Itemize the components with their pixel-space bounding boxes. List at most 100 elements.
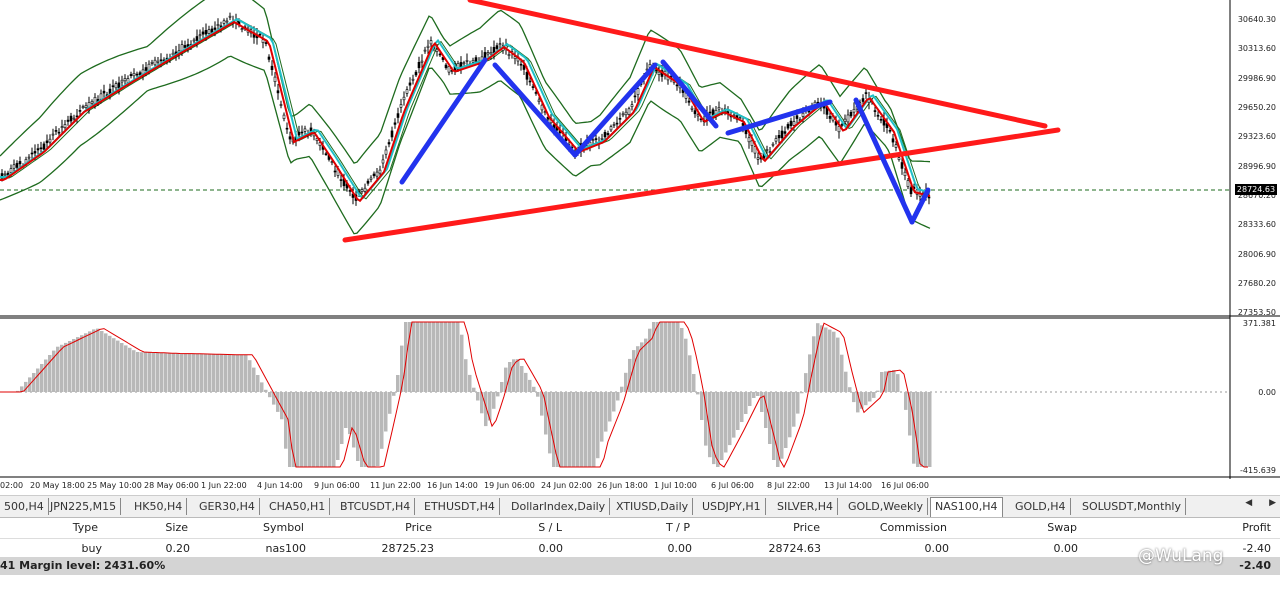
column-header[interactable]: S / L	[538, 521, 562, 534]
candle-body	[159, 59, 163, 62]
oscillator-histogram-bar	[204, 354, 208, 392]
tab-chart[interactable]: SOLUSDT,Monthly	[1078, 498, 1186, 515]
scroll-right-icon[interactable]: ▶	[1269, 498, 1276, 508]
oscillator-histogram-bar	[184, 353, 188, 392]
oscillator-histogram-bar	[64, 342, 68, 392]
oscillator-histogram-bar	[532, 386, 536, 392]
column-header[interactable]: Type	[73, 521, 98, 534]
oscillator-histogram-bar	[172, 353, 176, 392]
column-header[interactable]: Profit	[1242, 521, 1271, 534]
candle-body	[123, 78, 127, 82]
candle-body	[627, 108, 631, 115]
tab-chart[interactable]: HK50,H4	[130, 498, 188, 515]
candle-body	[264, 42, 268, 44]
oscillator-histogram-bar	[620, 386, 624, 392]
oscillator-histogram-bar	[552, 392, 556, 467]
candle-body	[498, 43, 502, 46]
column-header[interactable]: Swap	[1047, 521, 1077, 534]
watermark: @WuLang	[1138, 546, 1224, 566]
oscillator-histogram-bar	[760, 392, 764, 412]
tab-chart[interactable]: JPN225,M15	[46, 498, 122, 515]
oscillator-histogram-bar	[872, 392, 876, 398]
candle-body	[36, 148, 40, 151]
candle-body	[285, 127, 289, 130]
oscillator-histogram-bar	[152, 352, 156, 392]
oscillator-histogram-bar	[688, 355, 692, 392]
oscillator-histogram-bar	[524, 372, 528, 392]
tab-chart[interactable]: DollarIndex,Daily	[507, 498, 611, 515]
column-header[interactable]: Commission	[880, 521, 947, 534]
candle-body	[795, 115, 799, 119]
candle-body	[132, 73, 136, 77]
column-header[interactable]: Symbol	[263, 521, 304, 534]
candle-body	[270, 65, 274, 70]
oscillator-histogram-bar	[460, 334, 464, 392]
current-price: 28724.63	[768, 542, 822, 555]
oscillator-histogram-bar	[208, 354, 212, 392]
oscillator-histogram-bar	[868, 392, 872, 402]
oscillator-histogram-bar	[580, 392, 584, 467]
candle-body	[741, 123, 745, 126]
column-header[interactable]: Size	[165, 521, 188, 534]
tab-chart-active[interactable]: NAS100,H4	[930, 497, 1003, 517]
price-chart[interactable]: 30640.30 30313.60 29986.90 29650.20 2932…	[0, 0, 1280, 490]
oscillator-histogram-bar	[372, 392, 376, 467]
candle-body	[624, 111, 628, 116]
oscillator-histogram-bar	[748, 392, 752, 406]
candle-body	[900, 162, 904, 169]
oscillator-histogram-bar	[928, 392, 932, 467]
tab-chart[interactable]: ETHUSDT,H4	[420, 498, 500, 515]
column-header[interactable]: T / P	[666, 521, 690, 534]
candle-body	[384, 149, 388, 155]
chart-canvas[interactable]	[0, 0, 1280, 479]
oscillator-histogram-bar	[368, 392, 372, 467]
oscillator-histogram-bar	[800, 392, 804, 394]
oscillator-histogram-bar	[416, 322, 420, 392]
oscillator-histogram-bar	[672, 322, 676, 392]
tab-chart[interactable]: GOLD,Weekly	[844, 498, 928, 515]
tab-chart[interactable]: XTIUSD,Daily	[612, 498, 694, 515]
oscillator-histogram-bar	[592, 392, 596, 467]
tab-chart[interactable]: 500,H4	[0, 498, 49, 515]
oscillator-histogram-bar	[32, 373, 36, 392]
tab-chart[interactable]: CHA50,H1	[265, 498, 331, 515]
oscillator-histogram-bar	[296, 392, 300, 467]
oscillator-histogram-bar	[236, 354, 240, 392]
candle-body	[240, 28, 244, 31]
scroll-left-icon[interactable]: ◀	[1245, 498, 1252, 508]
oscillator-histogram-bar	[740, 392, 744, 422]
tab-chart[interactable]: USDJPY,H1	[698, 498, 766, 515]
candle-body	[600, 138, 604, 140]
oscillator-histogram-bar	[888, 370, 892, 392]
oscillator-histogram-bar	[904, 392, 908, 410]
candle-body	[324, 153, 328, 155]
candle-body	[150, 61, 154, 64]
candle-body	[33, 151, 37, 154]
candle-body	[411, 78, 415, 81]
candle-body	[774, 138, 778, 142]
oscillator-histogram-bar	[584, 392, 588, 467]
candle-body	[39, 147, 43, 150]
profit: -2.40	[1242, 542, 1271, 555]
oscillator-histogram-bar	[356, 392, 360, 461]
candle-body	[399, 104, 403, 108]
tab-chart[interactable]: SILVER,H4	[773, 498, 839, 515]
column-header[interactable]: Price	[793, 521, 820, 534]
column-header[interactable]: Price	[405, 521, 432, 534]
oscillator-histogram-bar	[772, 392, 776, 460]
oscillator-histogram-bar	[744, 392, 748, 414]
price-tick: 28996.90	[1237, 162, 1276, 171]
tab-chart[interactable]: GOLD,H4	[1011, 498, 1071, 515]
oscillator-histogram-bar	[660, 322, 664, 392]
candle-body	[894, 144, 898, 148]
candle-body	[465, 60, 469, 62]
candle-body	[492, 46, 496, 53]
oscillator-histogram-bar	[224, 354, 228, 392]
candle-body	[51, 133, 55, 136]
oscillator-histogram-bar	[248, 360, 252, 392]
oscillator-histogram-bar	[448, 322, 452, 392]
tab-chart[interactable]: BTCUSDT,H4	[336, 498, 416, 515]
oscillator-histogram-bar	[920, 392, 924, 467]
candle-body	[519, 63, 523, 66]
tab-chart[interactable]: GER30,H4	[195, 498, 260, 515]
